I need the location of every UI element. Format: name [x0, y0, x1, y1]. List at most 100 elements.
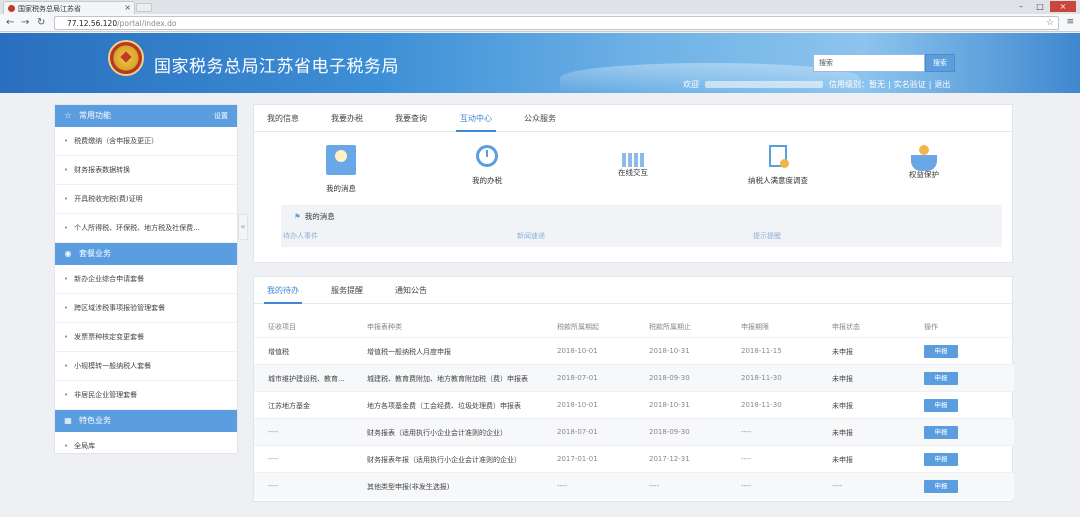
table-row: ---- 财务报表（适用执行小企业会计准则的企业） 2018-07-01 201… — [254, 418, 1014, 445]
sidebar-item[interactable]: 新办企业综合申请套餐 — [55, 265, 237, 294]
cell-status: 未申报 — [832, 456, 853, 464]
message-box: ⚑ 我的消息 待办人事件 新闻速递 提示提醒 — [281, 205, 1002, 247]
settings-link[interactable]: 设置 — [214, 105, 228, 127]
column-header: 申报表种类 — [367, 323, 402, 331]
cell-status: 未申报 — [832, 429, 853, 437]
redacted-username — [705, 81, 823, 88]
message-title-text: 我的消息 — [304, 212, 335, 221]
package-icon: ◉ — [64, 249, 72, 258]
todo-panel: 我的待办 服务提醒 通知公告 征收项目 申报表种类 税款所属期起 税款所属期止 … — [253, 276, 1014, 502]
url-path: /portal/index.do — [117, 19, 177, 28]
cell-deadline: 2018-11-30 — [741, 401, 782, 409]
flag-icon: ⚑ — [294, 212, 301, 221]
bookmark-star-icon[interactable]: ☆ — [1046, 18, 1054, 28]
section-title: 套餐业务 — [79, 249, 111, 258]
cell-deadline: 2018-11-15 — [741, 347, 782, 355]
sidebar-item[interactable]: 财务报表数据转换 — [55, 156, 237, 185]
tab-my-info[interactable]: 我的信息 — [264, 105, 302, 132]
site-search-button[interactable]: 搜索 — [925, 54, 955, 72]
logout-link[interactable]: 退出 — [934, 80, 950, 89]
user-icon — [326, 145, 356, 175]
close-window-icon[interactable]: × — [1050, 1, 1076, 12]
sidebar-item[interactable]: 发票票种核定变更套餐 — [55, 323, 237, 352]
declare-button[interactable]: 申报 — [924, 372, 958, 385]
tab-service-reminder[interactable]: 服务提醒 — [328, 277, 366, 304]
feature-satisfaction-survey[interactable]: 纳税人满意度调查 — [738, 145, 818, 186]
tab-notices[interactable]: 通知公告 — [392, 277, 430, 304]
sidebar-item[interactable]: 个人所得税、环保税、地方税及社保费... — [55, 214, 237, 243]
cell-status: 未申报 — [832, 375, 853, 383]
close-tab-icon[interactable]: × — [124, 3, 131, 12]
user-status-bar: 欢迎 信用级别：暂无 | 实名验证 | 退出 — [683, 79, 950, 90]
verify-link[interactable]: 实名验证 — [894, 80, 926, 89]
declare-button[interactable]: 申报 — [924, 426, 958, 439]
message-box-title: ⚑ 我的消息 — [294, 211, 335, 222]
table-row: ---- 财务报表年报（适用执行小企业会计准则的企业） 2017-01-01 2… — [254, 445, 1014, 472]
tax-emblem-logo — [108, 40, 144, 76]
feature-my-messages[interactable]: 我的消息 — [301, 145, 381, 194]
new-tab-button[interactable] — [136, 3, 152, 12]
cell-form: 其他类型申报(非发生选报) — [367, 483, 450, 491]
declare-button[interactable]: 申报 — [924, 345, 958, 358]
maximize-icon[interactable]: □ — [1031, 1, 1049, 12]
sidebar-item[interactable]: 非居民企业管理套餐 — [55, 381, 237, 410]
declare-button[interactable]: 申报 — [924, 480, 958, 493]
minimize-icon[interactable]: – — [1012, 1, 1030, 12]
feature-label: 我的消息 — [326, 184, 356, 193]
separator: | — [928, 80, 932, 89]
sidebar-item[interactable]: 开具税收完税(费)证明 — [55, 185, 237, 214]
cell-project: 增值税 — [268, 348, 289, 356]
sidebar-item[interactable]: 全局库 — [55, 432, 237, 461]
reload-icon[interactable]: ↻ — [37, 17, 45, 28]
sidebar-item[interactable]: 跨区域涉税事项报验管理套餐 — [55, 294, 237, 323]
cell-period-start: 2018-07-01 — [557, 374, 598, 382]
cell-period-start: 2017-01-01 — [557, 455, 598, 463]
message-link[interactable]: 新闻速递 — [517, 231, 545, 241]
cell-form: 地方各项基金费（工会经费、垃圾处理费）申报表 — [367, 402, 521, 410]
sidebar-section-common[interactable]: ☆ 常用功能 设置 — [55, 105, 237, 127]
feature-label: 我的办税 — [472, 176, 502, 185]
sidebar-section-special[interactable]: ▦ 特色业务 — [55, 410, 237, 432]
cell-period-end: 2018-10-31 — [649, 347, 690, 355]
tab-query[interactable]: 我要查询 — [392, 105, 430, 132]
sidebar-item[interactable]: 税费缴纳（含申报及更正） — [55, 127, 237, 156]
survey-icon — [769, 145, 789, 168]
cell-project: ---- — [268, 482, 279, 490]
cell-form: 增值税一般纳税人月度申报 — [367, 348, 451, 356]
cell-period-start: ---- — [557, 482, 568, 490]
tab-my-todo[interactable]: 我的待办 — [264, 277, 302, 304]
browser-chrome: 国家税务总局江苏省 × – □ × ← → ↻ 77.12.56.120/por… — [0, 0, 1080, 32]
welcome-label: 欢迎 — [683, 80, 699, 89]
star-icon: ☆ — [64, 111, 72, 120]
interaction-panel: 我的信息 我要办税 我要查询 互动中心 公众服务 我的消息 我的办税 在线交互 … — [253, 104, 1013, 263]
favicon-icon — [8, 5, 15, 12]
browser-menu-icon[interactable]: ≡ — [1066, 17, 1074, 27]
cell-period-end: 2017-12-31 — [649, 455, 690, 463]
cell-project: ---- — [268, 428, 279, 436]
feature-online-interaction[interactable]: 在线交互 — [593, 145, 673, 178]
sidebar-collapse-button[interactable]: « — [238, 214, 248, 240]
cell-period-end: 2018-09-30 — [649, 428, 690, 436]
declare-button[interactable]: 申报 — [924, 453, 958, 466]
message-link[interactable]: 提示提醒 — [753, 231, 781, 241]
browser-tab[interactable]: 国家税务总局江苏省 × — [3, 1, 135, 14]
site-search-input[interactable]: 搜索 — [813, 54, 925, 72]
sidebar-item[interactable]: 小规模转一般纳税人套餐 — [55, 352, 237, 381]
site-title: 国家税务总局江苏省电子税务局 — [154, 57, 399, 77]
address-bar[interactable]: 77.12.56.120/portal/index.do ☆ — [54, 16, 1059, 30]
tab-interaction[interactable]: 互动中心 — [456, 105, 496, 132]
column-header: 征收项目 — [268, 323, 296, 331]
table-row: 城市维护建设税、教育... 城建税、教育费附加、地方教育附加税（费）申报表 20… — [254, 364, 1014, 391]
feature-rights-protection[interactable]: 权益保护 — [884, 145, 964, 180]
back-icon[interactable]: ← — [6, 17, 14, 28]
feature-my-tax[interactable]: 我的办税 — [447, 145, 527, 186]
tab-public-service[interactable]: 公众服务 — [521, 105, 559, 132]
declare-button[interactable]: 申报 — [924, 399, 958, 412]
forward-icon[interactable]: → — [21, 17, 29, 28]
message-link[interactable]: 待办人事件 — [283, 231, 318, 241]
browser-tab-bar: 国家税务总局江苏省 × – □ × — [0, 0, 1080, 14]
table-row: 增值税 增值税一般纳税人月度申报 2018-10-01 2018-10-31 2… — [254, 337, 1014, 364]
column-header: 税款所属期止 — [649, 323, 691, 331]
tab-handle-tax[interactable]: 我要办税 — [328, 105, 366, 132]
sidebar-section-package[interactable]: ◉ 套餐业务 — [55, 243, 237, 265]
